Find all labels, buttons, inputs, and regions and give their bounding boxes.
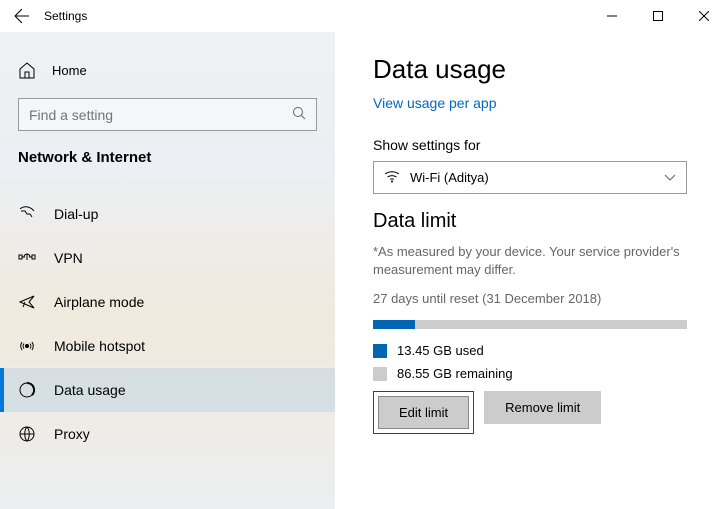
used-swatch [373,344,387,358]
home-icon [18,61,36,79]
datausage-icon [18,381,36,399]
remaining-text: 86.55 GB remaining [397,366,513,381]
main-panel: Data usage View usage per app Show setti… [335,32,727,509]
search-field[interactable] [29,107,292,123]
usage-bar-fill [373,320,415,329]
sidebar-item-vpn[interactable]: VPN [0,236,335,280]
vpn-icon [18,249,36,267]
dialup-icon [18,205,36,223]
remaining-legend: 86.55 GB remaining [373,366,707,381]
remove-limit-button[interactable]: Remove limit [484,391,601,424]
sidebar-item-label: Mobile hotspot [54,338,145,354]
edit-limit-highlight: Edit limit [373,391,474,434]
measurement-note: *As measured by your device. Your servic… [373,243,707,279]
sidebar-item-proxy[interactable]: Proxy [0,412,335,456]
view-usage-link[interactable]: View usage per app [373,95,497,111]
sidebar-item-datausage[interactable]: Data usage [0,368,335,412]
minimize-button[interactable] [589,0,635,32]
sidebar: Home Network & Internet Dial-up VPN Airp… [0,32,335,509]
back-icon[interactable] [14,8,30,24]
close-button[interactable] [681,0,727,32]
sidebar-item-dialup[interactable]: Dial-up [0,192,335,236]
airplane-icon [18,293,36,311]
sidebar-item-label: Airplane mode [54,294,144,310]
show-settings-label: Show settings for [373,137,707,153]
sidebar-item-label: Proxy [54,426,90,442]
page-title: Data usage [373,54,707,85]
used-legend: 13.45 GB used [373,343,707,358]
remaining-swatch [373,367,387,381]
hotspot-icon [18,337,36,355]
maximize-button[interactable] [635,0,681,32]
connection-select[interactable]: Wi-Fi (Aditya) [373,161,687,194]
reset-info: 27 days until reset (31 December 2018) [373,291,707,306]
usage-bar [373,320,687,329]
window-title: Settings [44,9,87,23]
sidebar-item-airplane[interactable]: Airplane mode [0,280,335,324]
search-icon [292,106,306,123]
sidebar-item-label: VPN [54,250,83,266]
proxy-icon [18,425,36,443]
wifi-icon [384,169,400,186]
search-input[interactable] [18,98,317,131]
section-heading: Network & Internet [0,149,335,166]
used-text: 13.45 GB used [397,343,484,358]
chevron-down-icon [664,170,676,185]
sidebar-item-label: Dial-up [54,206,98,222]
edit-limit-button[interactable]: Edit limit [378,396,469,429]
sidebar-item-label: Data usage [54,382,126,398]
sidebar-item-hotspot[interactable]: Mobile hotspot [0,324,335,368]
titlebar: Settings [0,0,727,32]
connection-value: Wi-Fi (Aditya) [410,170,489,185]
home-button[interactable]: Home [0,54,335,86]
data-limit-heading: Data limit [373,210,707,233]
home-label: Home [52,63,87,78]
